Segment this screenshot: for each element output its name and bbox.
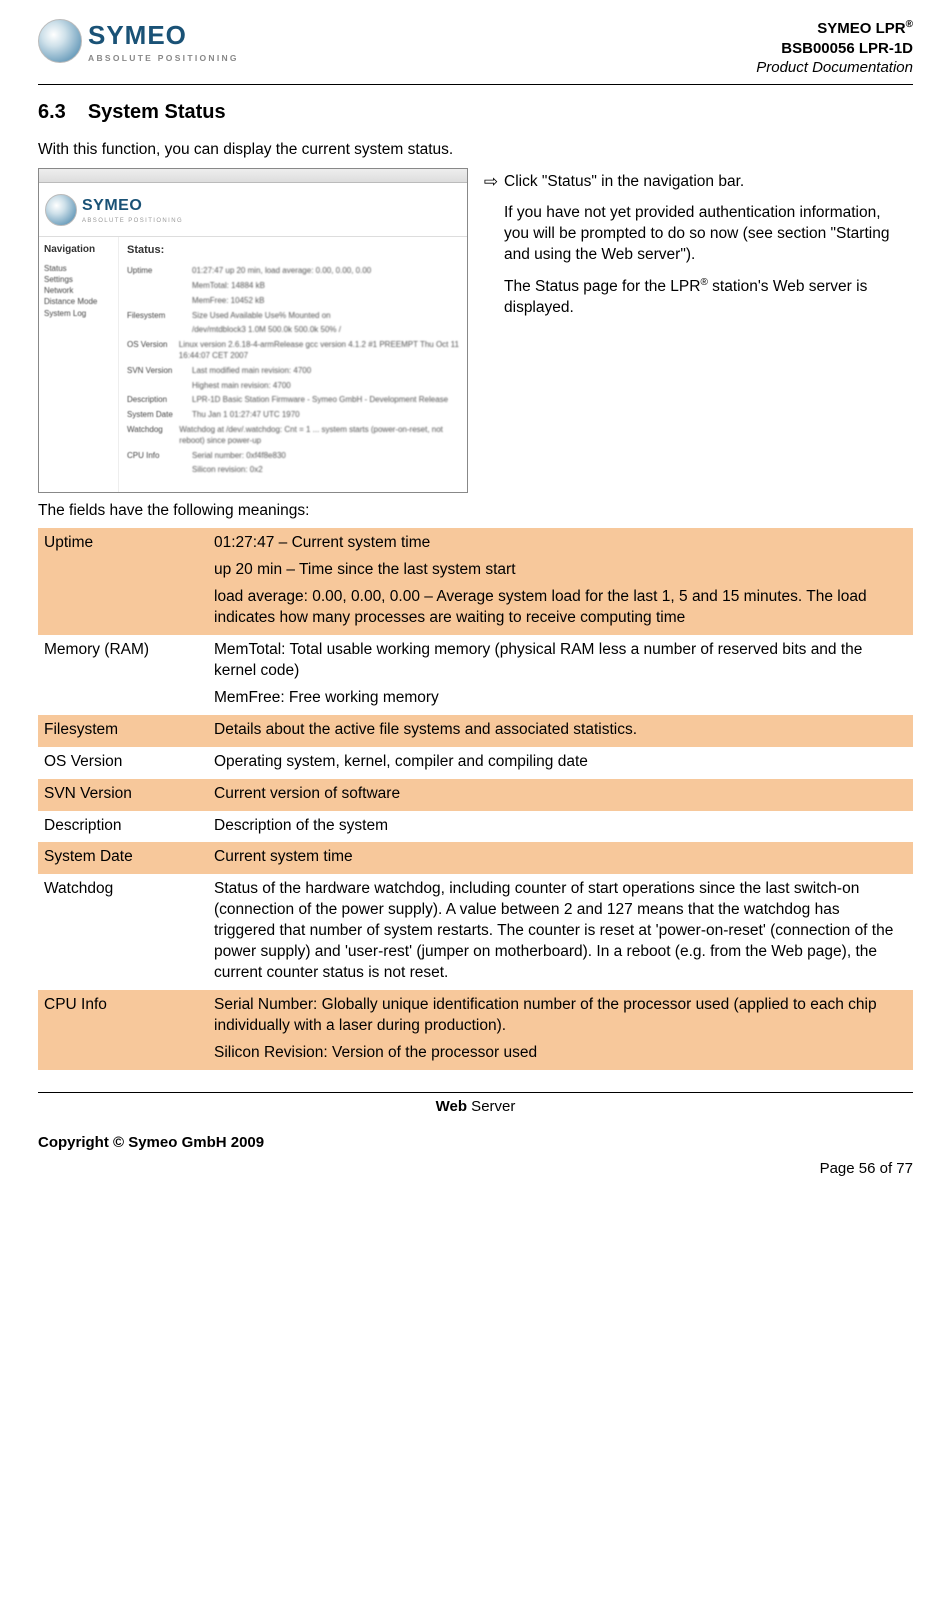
field-name-cell: Uptime <box>38 528 208 635</box>
section-heading: 6.3 System Status <box>38 99 913 126</box>
footer-section-title: Web Server <box>38 1097 913 1117</box>
product-code: BSB00056 LPR-1D <box>756 39 913 59</box>
table-row: System Date Current system time <box>38 842 913 874</box>
screenshot-field-row: Silicon revision: 0x2 <box>127 465 459 476</box>
copyright: Copyright © Symeo GmbH 2009 <box>38 1133 913 1153</box>
product-name: SYMEO LPR <box>817 20 905 37</box>
browser-chrome-icon <box>39 169 467 183</box>
field-desc-cell: Serial Number: Globally unique identific… <box>208 990 913 1070</box>
field-name-cell: System Date <box>38 842 208 874</box>
table-row: Uptime 01:27:47 – Current system time up 2… <box>38 528 913 635</box>
field-meanings-table: Uptime 01:27:47 – Current system time up 2… <box>38 528 913 1069</box>
table-row: SVN Version Current version of software <box>38 779 913 811</box>
instructions: ⇨ Click "Status" in the navigation bar. … <box>478 168 913 337</box>
field-name-cell: Description <box>38 811 208 843</box>
screenshot-nav-title: Navigation <box>44 243 113 257</box>
instruction-step-1: Click "Status" in the navigation bar. <box>504 172 907 193</box>
instruction-step-1c: The Status page for the LPR® station's W… <box>504 276 907 319</box>
page-header: SYMEO ABSOLUTE POSITIONING SYMEO LPR® BS… <box>38 18 913 85</box>
table-row: Description Description of the system <box>38 811 913 843</box>
page-number: Page 56 of 77 <box>38 1159 913 1179</box>
screenshot-globe-icon <box>45 194 77 226</box>
arrow-icon: ⇨ <box>478 172 504 329</box>
status-screenshot: SYMEO ABSOLUTE POSITIONING Navigation St… <box>38 168 468 493</box>
screenshot-field-row: OS VersionLinux version 2.6.18-4-armRele… <box>127 340 459 362</box>
table-row: Filesystem Details about the active file … <box>38 715 913 747</box>
table-row: Memory (RAM)MemTotal: Total usable worki… <box>38 635 913 715</box>
field-name-cell: Watchdog <box>38 874 208 990</box>
screenshot-logo-name: SYMEO <box>82 195 183 217</box>
field-desc-para: Operating system, kernel, compiler and c… <box>214 752 905 773</box>
screenshot-field-row: WatchdogWatchdog at /dev/.watchdog: Cnt … <box>127 425 459 447</box>
field-desc-para: Serial Number: Globally unique identific… <box>214 995 905 1037</box>
screenshot-field-row: CPU InfoSerial number: 0xf4f8e830 <box>127 451 459 462</box>
product-doc-label: Product Documentation <box>756 58 913 78</box>
screenshot-nav-item: Network <box>44 285 113 296</box>
screenshot-nav-item: Settings <box>44 274 113 285</box>
screenshot-field-row: MemFree: 10452 kB <box>127 296 459 307</box>
logo-name: SYMEO <box>88 18 239 53</box>
screenshot-nav-item: Distance Mode <box>44 296 113 307</box>
field-name-cell: CPU Info <box>38 990 208 1070</box>
field-desc-cell: MemTotal: Total usable working memory (p… <box>208 635 913 715</box>
field-desc-para: Status of the hardware watchdog, includi… <box>214 879 905 984</box>
screenshot-field-row: DescriptionLPR-1D Basic Station Firmware… <box>127 395 459 406</box>
screenshot-field-row: MemTotal: 14884 kB <box>127 281 459 292</box>
field-desc-para: load average: 0.00, 0.00, 0.00 – Average… <box>214 587 905 629</box>
screenshot-content: Status: Uptime01:27:47 up 20 min, load a… <box>119 237 467 492</box>
table-row: OS Version Operating system, kernel, comp… <box>38 747 913 779</box>
intro-text: With this function, you can display the … <box>38 140 913 161</box>
field-desc-cell: Status of the hardware watchdog, includi… <box>208 874 913 990</box>
instruction-step-1b: If you have not yet provided authenticat… <box>504 203 907 266</box>
field-desc-cell: Current version of software <box>208 779 913 811</box>
section-title: System Status <box>88 101 226 123</box>
registered-mark: ® <box>906 19 913 30</box>
fields-intro: The fields have the following meanings: <box>38 501 913 522</box>
field-desc-para: Current system time <box>214 847 905 868</box>
screenshot-field-row: Uptime01:27:47 up 20 min, load average: … <box>127 266 459 277</box>
field-desc-cell: Operating system, kernel, compiler and c… <box>208 747 913 779</box>
field-desc-para: up 20 min – Time since the last system s… <box>214 560 905 581</box>
logo-tagline: ABSOLUTE POSITIONING <box>88 53 239 64</box>
screenshot-content-title: Status: <box>127 243 459 258</box>
section-number: 6.3 <box>38 99 66 126</box>
field-desc-para: Current version of software <box>214 784 905 805</box>
field-desc-para: 01:27:47 – Current system time <box>214 533 905 554</box>
logo: SYMEO ABSOLUTE POSITIONING <box>38 18 239 65</box>
screenshot-nav: Navigation StatusSettingsNetworkDistance… <box>39 237 119 492</box>
field-desc-para: MemFree: Free working memory <box>214 688 905 709</box>
header-product-info: SYMEO LPR® BSB00056 LPR-1D Product Docum… <box>756 18 913 78</box>
field-desc-cell: 01:27:47 – Current system time up 20 min … <box>208 528 913 635</box>
screenshot-field-row: SVN VersionLast modified main revision: … <box>127 366 459 377</box>
field-desc-cell: Details about the active file systems an… <box>208 715 913 747</box>
table-row: WatchdogStatus of the hardware watchdog,… <box>38 874 913 990</box>
footer-separator <box>38 1092 913 1093</box>
field-desc-para: Description of the system <box>214 816 905 837</box>
field-name-cell: Filesystem <box>38 715 208 747</box>
field-name-cell: SVN Version <box>38 779 208 811</box>
field-desc-cell: Current system time <box>208 842 913 874</box>
globe-icon <box>38 19 82 63</box>
screenshot-field-row: Highest main revision: 4700 <box>127 381 459 392</box>
figure-row: SYMEO ABSOLUTE POSITIONING Navigation St… <box>38 168 913 493</box>
screenshot-field-row: System DateThu Jan 1 01:27:47 UTC 1970 <box>127 410 459 421</box>
screenshot-field-row: FilesystemSize Used Available Use% Mount… <box>127 311 459 322</box>
screenshot-nav-item: System Log <box>44 308 113 319</box>
field-desc-cell: Description of the system <box>208 811 913 843</box>
screenshot-nav-item: Status <box>44 263 113 274</box>
field-desc-para: MemTotal: Total usable working memory (p… <box>214 640 905 682</box>
screenshot-field-row: /dev/mtdblock3 1.0M 500.0k 500.0k 50% / <box>127 325 459 336</box>
table-row: CPU InfoSerial Number: Globally unique i… <box>38 990 913 1070</box>
field-name-cell: OS Version <box>38 747 208 779</box>
field-desc-para: Silicon Revision: Version of the process… <box>214 1043 905 1064</box>
field-desc-para: Details about the active file systems an… <box>214 720 905 741</box>
field-name-cell: Memory (RAM) <box>38 635 208 715</box>
screenshot-logo-tag: ABSOLUTE POSITIONING <box>82 217 183 225</box>
